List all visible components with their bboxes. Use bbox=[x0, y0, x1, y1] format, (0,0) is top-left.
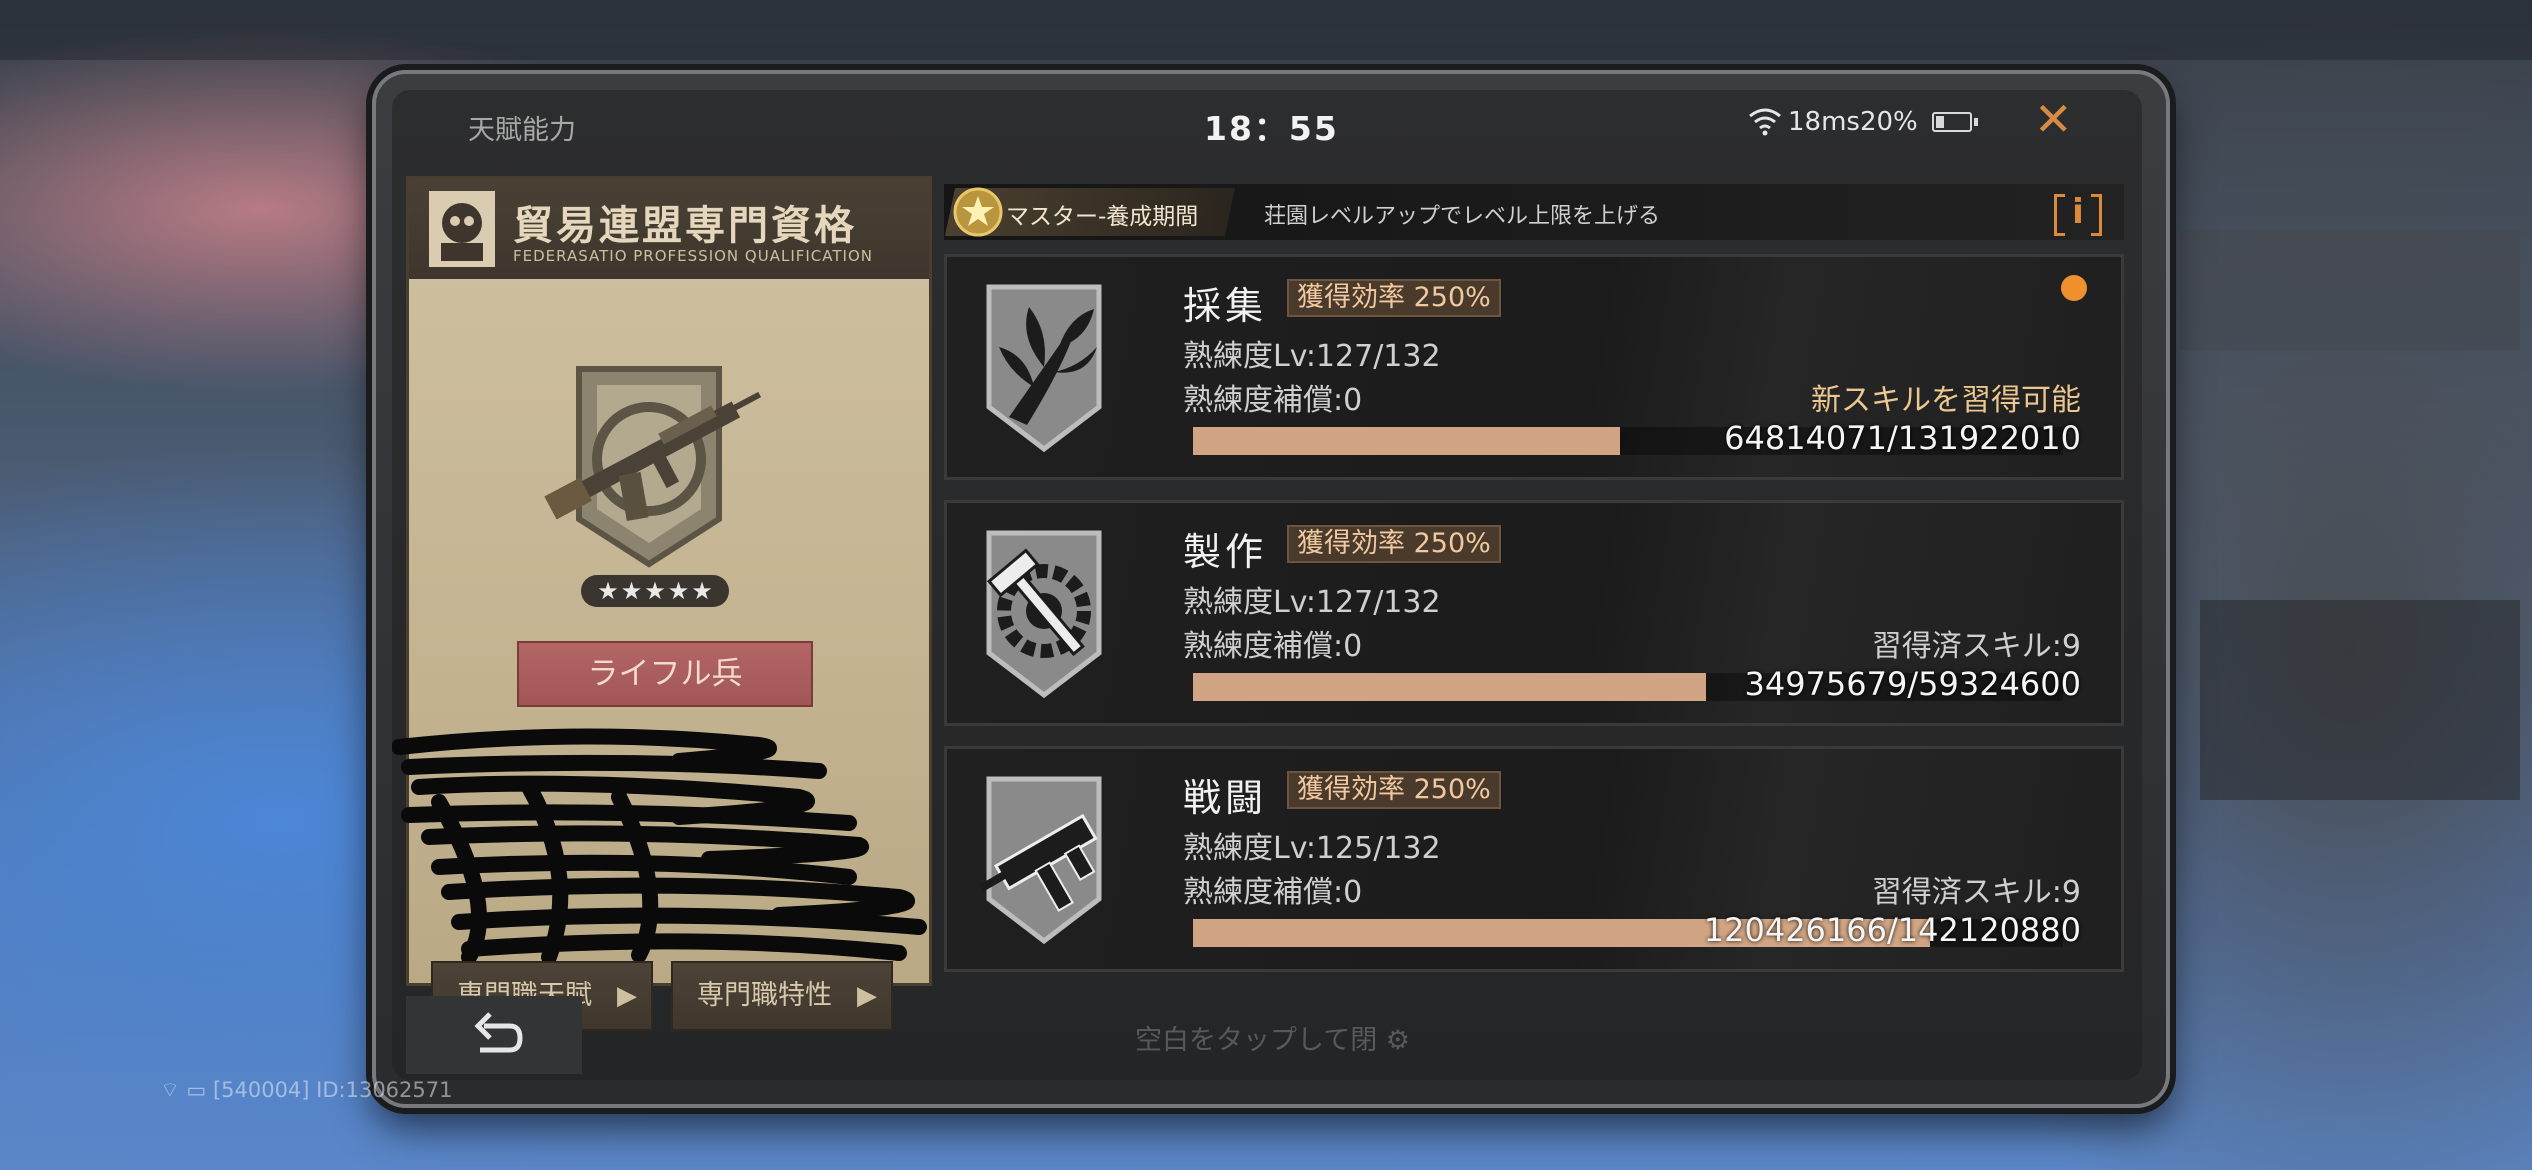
assault-rifle-emblem-icon bbox=[544, 366, 762, 568]
proficiency-level: 熟練度Lv:125/132 bbox=[1183, 831, 1441, 866]
star-icon: ★ bbox=[620, 577, 643, 605]
master-star-icon bbox=[953, 187, 1003, 237]
star-rating: ★ ★ ★ ★ ★ bbox=[581, 575, 729, 607]
hammer-gear-icon bbox=[986, 530, 1102, 699]
master-description: 荘園レベルアップでレベル上限を上げる bbox=[1264, 204, 1661, 229]
profession-trait-label: 専門職特性 bbox=[697, 980, 832, 1011]
ping-battery-text: 18ms20% bbox=[1788, 107, 1918, 137]
back-arrow-icon bbox=[474, 1012, 523, 1053]
redaction-scribble bbox=[392, 728, 927, 965]
background-scenery-right-lower bbox=[2200, 600, 2520, 800]
network-id-info: ⌔ ▭ [540004] ID:13062571 bbox=[160, 1078, 453, 1104]
skill-panel-crafting[interactable]: 製作 獲得効率 250% 熟練度Lv:127/132 熟練度補償:0 習得済スキ… bbox=[944, 500, 2124, 726]
proficiency-level: 熟練度Lv:127/132 bbox=[1183, 585, 1441, 620]
status-bar: 天賦能力 18：55 18ms20% ✕ bbox=[392, 90, 2142, 160]
chevron-right-icon: ▶ bbox=[617, 981, 637, 1011]
background-scenery bbox=[0, 0, 2532, 60]
herb-icon bbox=[986, 284, 1102, 453]
back-button[interactable] bbox=[406, 996, 582, 1074]
profession-trait-button[interactable]: 専門職特性 ▶ bbox=[671, 961, 893, 1031]
wifi-icon bbox=[1749, 108, 1781, 136]
proficiency-compensation: 熟練度補償:0 bbox=[1183, 629, 1363, 664]
skill-status: 習得済スキル:9 bbox=[1871, 629, 2081, 664]
skill-name: 採集 bbox=[1183, 284, 1268, 328]
tap-to-close-hint[interactable]: 空白をタップして閉 ⚙ bbox=[1135, 1018, 1410, 1057]
star-icon: ★ bbox=[597, 577, 619, 605]
skill-panel-gathering[interactable]: 採集 獲得効率 250% 熟練度Lv:127/132 熟練度補償:0 新スキルを… bbox=[944, 254, 2124, 480]
card-title: 貿易連盟専門資格 bbox=[513, 202, 857, 249]
battery-icon bbox=[1932, 112, 1978, 132]
info-icon[interactable]: i bbox=[2054, 190, 2102, 236]
efficiency-badge: 獲得効率 250% bbox=[1287, 279, 1501, 317]
progress-fill bbox=[1193, 673, 1706, 701]
skill-panel-combat[interactable]: 戦闘 獲得効率 250% 熟練度Lv:125/132 熟練度補償:0 習得済スキ… bbox=[944, 746, 2124, 972]
progress-fill bbox=[1193, 427, 1621, 455]
progress-value: 64814071/131922010 bbox=[1724, 419, 2081, 457]
skill-status: 習得済スキル:9 bbox=[1871, 875, 2081, 910]
class-name-badge: ライフル兵 bbox=[517, 641, 813, 707]
profession-card: 貿易連盟専門資格 FEDERASATIO PROFESSION QUALIFIC… bbox=[392, 176, 932, 1031]
skill-name: 戦闘 bbox=[1183, 776, 1268, 820]
skill-status: 新スキルを習得可能 bbox=[1811, 383, 2081, 418]
progress-value: 120426166/142120880 bbox=[1703, 911, 2081, 949]
clock: 18：55 bbox=[1204, 109, 1339, 148]
star-icon: ★ bbox=[691, 577, 713, 605]
notification-dot bbox=[2061, 275, 2087, 301]
skill-name: 製作 bbox=[1183, 530, 1268, 574]
chevron-right-icon: ▶ bbox=[857, 981, 877, 1011]
smg-icon bbox=[979, 776, 1102, 945]
close-icon[interactable]: ✕ bbox=[2034, 96, 2073, 142]
star-icon: ★ bbox=[644, 577, 666, 605]
tap-to-close-text: 空白をタップして閉 bbox=[1135, 1025, 1378, 1056]
master-label: マスター-養成期間 bbox=[1006, 204, 1199, 230]
gear-icon: ⚙ bbox=[1385, 1025, 1411, 1056]
proficiency-level: 熟練度Lv:127/132 bbox=[1183, 339, 1441, 374]
efficiency-badge: 獲得効率 250% bbox=[1287, 525, 1501, 563]
efficiency-badge: 獲得効率 250% bbox=[1287, 771, 1501, 809]
proficiency-compensation: 熟練度補償:0 bbox=[1183, 875, 1363, 910]
window-title: 天賦能力 bbox=[468, 115, 576, 146]
progress-value: 34975679/59324600 bbox=[1744, 665, 2081, 703]
player-id: [540004] ID:13062571 bbox=[212, 1078, 453, 1102]
wifi-icon: ⌔ ▭ bbox=[160, 1078, 213, 1102]
card-subtitle: FEDERASATIO PROFESSION QUALIFICATION bbox=[513, 247, 873, 265]
talent-screen: 天賦能力 18：55 18ms20% ✕ 貿易連盟専門資格 FEDERASATI… bbox=[392, 90, 2142, 1080]
card-header: 貿易連盟専門資格 FEDERASATIO PROFESSION QUALIFIC… bbox=[409, 179, 929, 279]
star-icon: ★ bbox=[667, 577, 690, 605]
proficiency-compensation: 熟練度補償:0 bbox=[1183, 383, 1363, 418]
background-scenery-right bbox=[2180, 230, 2520, 350]
federation-mascot-icon bbox=[429, 191, 495, 267]
master-banner: マスター-養成期間 荘園レベルアップでレベル上限を上げる i bbox=[944, 184, 2124, 240]
